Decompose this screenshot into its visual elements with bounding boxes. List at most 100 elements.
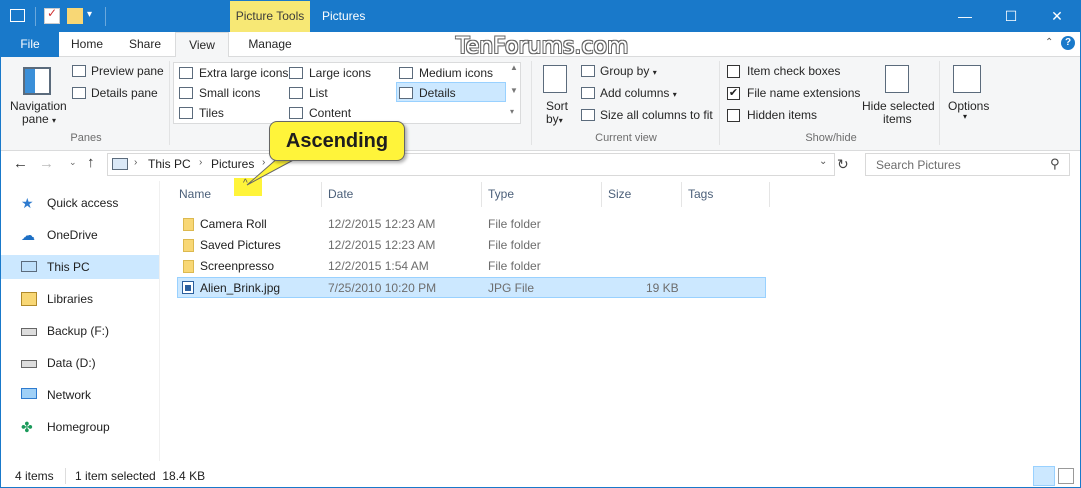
nav-item-quick-access[interactable]: ★ Quick access [1, 191, 159, 215]
details-pane-button[interactable]: Details pane [91, 86, 158, 100]
pane-divider [159, 181, 160, 461]
column-separator[interactable] [321, 182, 322, 207]
column-header-tags[interactable]: Tags [688, 187, 713, 201]
maximize-button[interactable]: ☐ [988, 1, 1034, 32]
layout-list[interactable]: List [309, 86, 328, 100]
nav-item-backup-f[interactable]: Backup (F:) [1, 319, 159, 343]
nav-item-onedrive[interactable]: ☁ OneDrive [1, 223, 159, 247]
system-menu-icon[interactable] [10, 9, 25, 22]
item-check-boxes-label[interactable]: Item check boxes [747, 64, 840, 78]
file-name: Camera Roll [200, 217, 267, 231]
nav-item-this-pc[interactable]: This PC [1, 255, 159, 279]
tab-file[interactable]: File [1, 32, 59, 57]
layout-tiles[interactable]: Tiles [199, 106, 224, 120]
breadcrumb-chevron-icon[interactable]: › [199, 157, 202, 168]
file-row-selected[interactable]: Alien_Brink.jpg 7/25/2010 10:20 PM JPG F… [177, 277, 766, 298]
minimize-button[interactable]: — [942, 1, 988, 32]
list-icon [289, 87, 303, 99]
file-date: 12/2/2015 1:54 AM [328, 259, 429, 273]
nav-item-homegroup[interactable]: ✤ Homegroup [1, 415, 159, 439]
add-columns-button[interactable]: Add columns ▾ [600, 86, 677, 100]
back-arrow-icon[interactable]: ← [13, 155, 28, 172]
status-selection: 1 item selected 18.4 KB [75, 469, 206, 483]
file-name-extensions-label[interactable]: File name extensions [747, 86, 860, 100]
navigation-pane-label-2[interactable]: pane ▾ [22, 112, 56, 126]
tab-manage[interactable]: Manage [230, 32, 310, 57]
status-bar: 4 items 1 item selected 18.4 KB [1, 465, 1080, 487]
file-row[interactable]: Saved Pictures 12/2/2015 12:23 AM File f… [177, 235, 766, 256]
homegroup-icon: ✤ [21, 419, 33, 435]
breadcrumb-chevron-icon[interactable]: › [134, 157, 137, 168]
options-icon[interactable] [953, 65, 981, 93]
navigation-pane-label[interactable]: Navigation [10, 99, 67, 113]
search-input[interactable]: Search Pictures [876, 158, 961, 172]
image-file-icon [182, 281, 194, 294]
current-view-group-label: Current view [595, 132, 657, 144]
address-bar[interactable]: › This PC › Pictures › ⌄ [107, 153, 835, 176]
gallery-scroll-up-icon[interactable]: ▲ [510, 63, 518, 72]
preview-pane-button[interactable]: Preview pane [91, 64, 164, 78]
search-box[interactable]: Search Pictures ⚲ [865, 153, 1070, 176]
hide-selected-items-label[interactable]: Hide selected [862, 99, 935, 113]
layout-large-icons[interactable]: Large icons [309, 66, 371, 80]
window-title: Pictures [322, 9, 366, 23]
breadcrumb-this-pc[interactable]: This PC [148, 157, 191, 171]
add-columns-icon [581, 87, 595, 99]
options-dropdown-icon[interactable]: ▾ [963, 112, 967, 121]
column-header-date[interactable]: Date [328, 187, 353, 201]
tab-home[interactable]: Home [59, 32, 115, 57]
file-row[interactable]: Screenpresso 12/2/2015 1:54 AM File fold… [177, 256, 766, 277]
layout-content[interactable]: Content [309, 106, 351, 120]
properties-icon[interactable]: ✓ [44, 6, 60, 24]
column-separator[interactable] [769, 182, 770, 207]
sort-by-label[interactable]: Sort [546, 99, 568, 113]
gallery-expand-icon[interactable]: ▾ [510, 107, 514, 116]
layout-details[interactable]: Details [419, 86, 456, 100]
layout-extra-large-icons[interactable]: Extra large icons [199, 66, 288, 80]
title-bar: ✓ ▾ Picture Tools Pictures — ☐ ✕ [1, 1, 1080, 32]
qat-dropdown-icon[interactable]: ▾ [87, 9, 92, 20]
hidden-items-label[interactable]: Hidden items [747, 108, 817, 122]
layout-small-icons[interactable]: Small icons [199, 86, 260, 100]
details-view-toggle-icon[interactable] [1033, 466, 1055, 486]
up-arrow-icon[interactable]: ↑ [87, 154, 95, 171]
gallery-scroll-down-icon[interactable]: ▼ [510, 86, 518, 95]
hide-selected-items-icon[interactable] [885, 65, 909, 93]
column-header-type[interactable]: Type [488, 187, 514, 201]
recent-locations-icon[interactable]: ⌄ [69, 157, 77, 168]
options-button[interactable]: Options [948, 99, 989, 113]
navigation-pane-icon[interactable] [23, 67, 51, 95]
ribbon-collapse-icon[interactable]: ⌃ [1045, 37, 1053, 48]
address-dropdown-icon[interactable]: ⌄ [819, 156, 827, 167]
nav-item-data-d[interactable]: Data (D:) [1, 351, 159, 375]
layout-medium-icons[interactable]: Medium icons [419, 66, 493, 80]
column-separator[interactable] [681, 182, 682, 207]
nav-item-network[interactable]: Network [1, 383, 159, 407]
size-all-columns-button[interactable]: Size all columns to fit [600, 108, 713, 122]
sort-by-label-2[interactable]: by▾ [546, 112, 563, 126]
group-separator [531, 61, 532, 145]
hidden-items-checkbox[interactable] [727, 109, 740, 122]
tiles-icon [179, 107, 193, 119]
refresh-icon[interactable]: ↻ [837, 156, 849, 173]
column-separator[interactable] [601, 182, 602, 207]
file-name-extensions-checkbox[interactable]: ✔ [727, 87, 740, 100]
tab-view[interactable]: View [175, 32, 229, 58]
hide-selected-items-label-2[interactable]: items [883, 112, 912, 126]
file-row[interactable]: Camera Roll 12/2/2015 12:23 AM File fold… [177, 214, 766, 235]
column-separator[interactable] [481, 182, 482, 207]
column-header-size[interactable]: Size [608, 187, 631, 201]
search-icon[interactable]: ⚲ [1050, 156, 1060, 172]
nav-item-libraries[interactable]: Libraries [1, 287, 159, 311]
group-by-button[interactable]: Group by ▾ [600, 64, 657, 78]
drive-icon [21, 328, 37, 336]
sort-by-icon[interactable] [543, 65, 567, 93]
tab-share[interactable]: Share [115, 32, 175, 57]
new-folder-icon[interactable] [67, 8, 83, 24]
large-icons-view-toggle-icon[interactable] [1058, 468, 1074, 484]
column-header-name[interactable]: Name [179, 187, 211, 201]
forward-arrow-icon[interactable]: → [39, 155, 54, 172]
help-icon[interactable]: ? [1061, 36, 1075, 50]
close-button[interactable]: ✕ [1034, 1, 1080, 32]
item-check-boxes-checkbox[interactable] [727, 65, 740, 78]
